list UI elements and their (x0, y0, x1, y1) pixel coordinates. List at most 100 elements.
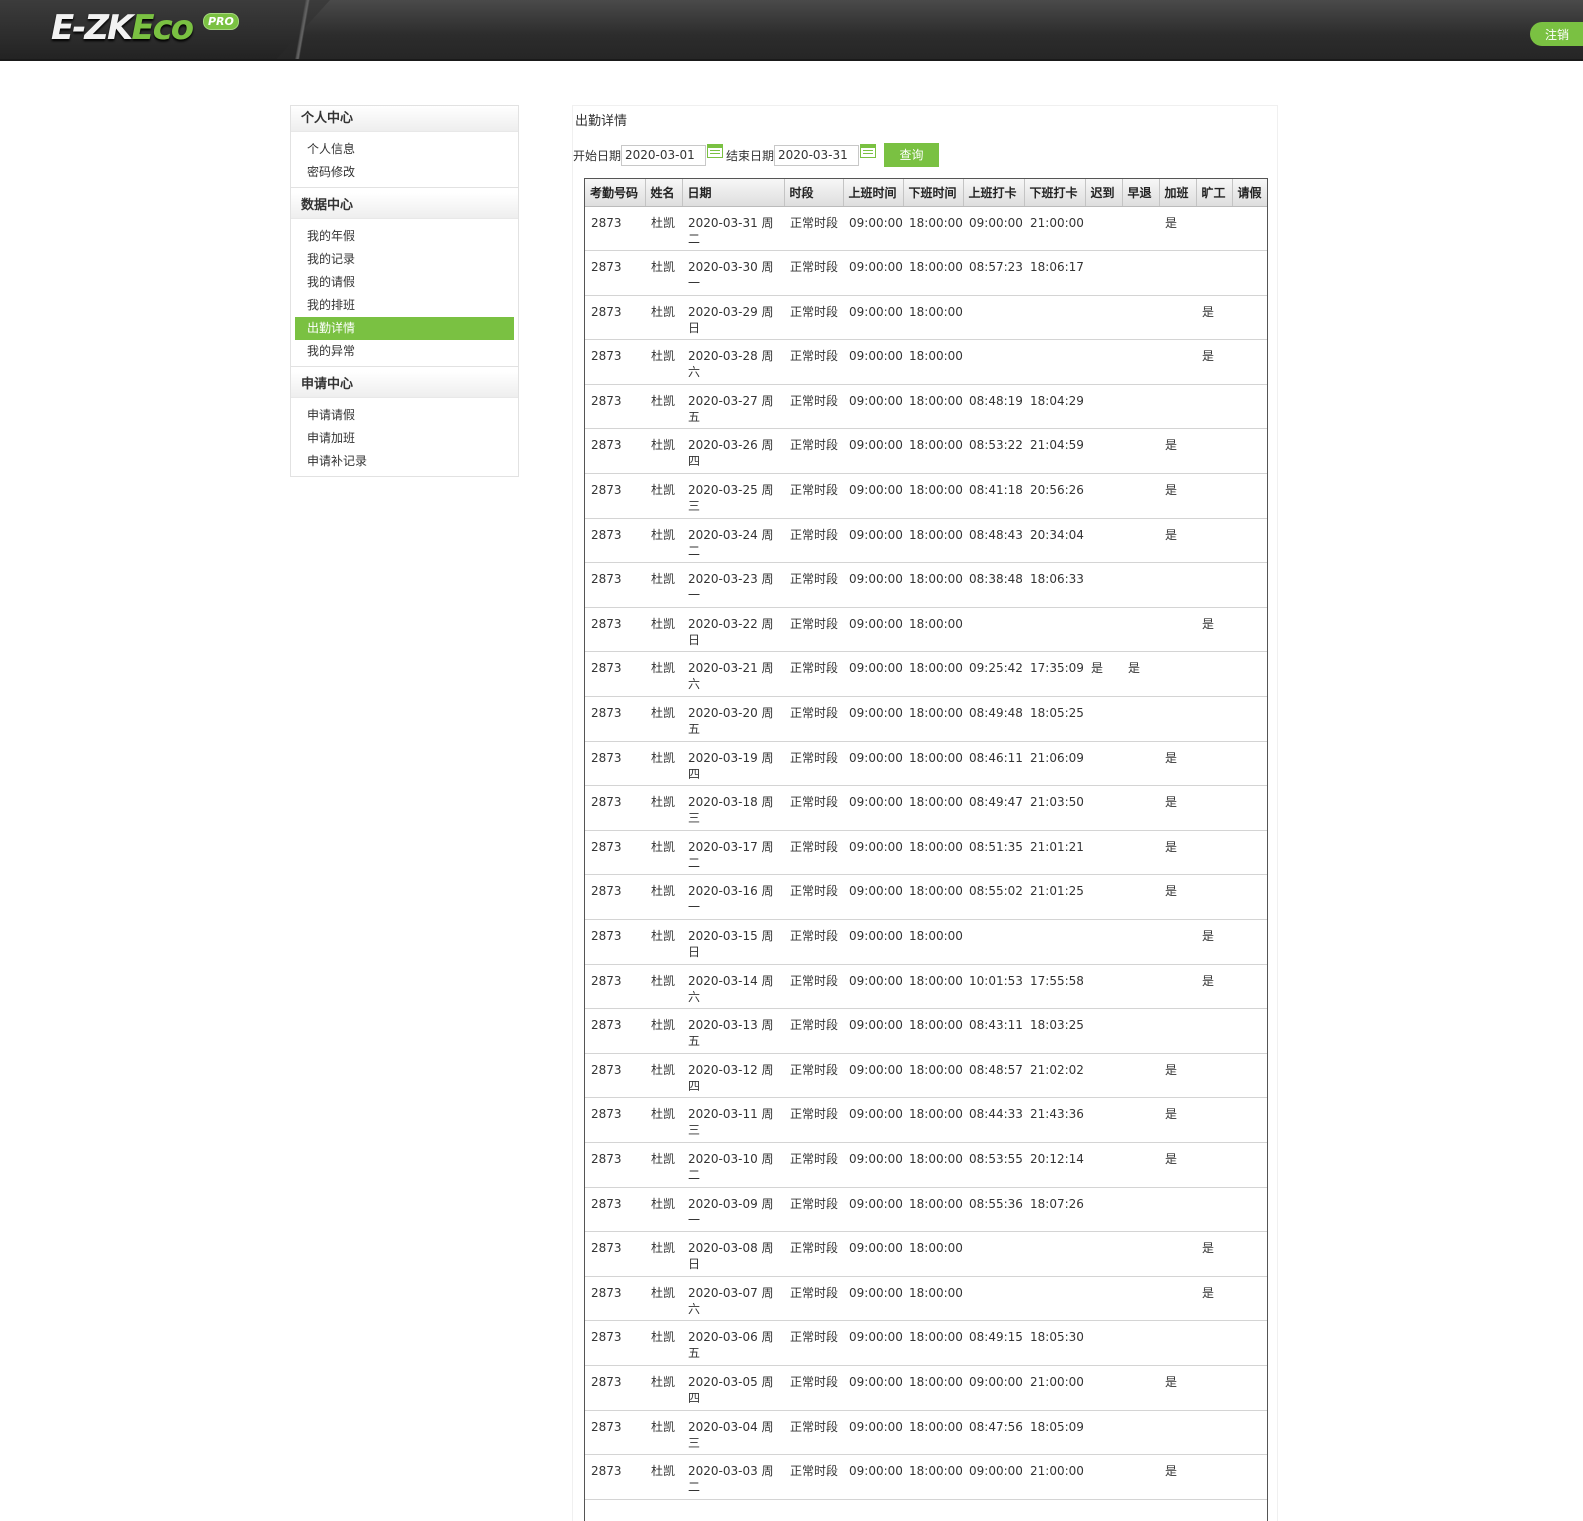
table-cell (963, 1231, 1024, 1277)
table-cell: 09:00:00 (843, 741, 903, 787)
table-row[interactable]: 2873 杜凯 2020-03-23 周一 正常时段 09:00:00 18:00:00 0… (585, 562, 1267, 608)
table-cell: 09:00:00 (843, 1231, 903, 1277)
table-row[interactable]: 2873 杜凯 2020-03-05 周四 正常时段 09:00:00 18:00:00 0… (585, 1365, 1267, 1411)
table-cell: 是 (1159, 473, 1196, 519)
table-cell (1159, 1008, 1196, 1054)
table-row[interactable]: 2873 杜凯 2020-03-22 周日 正常时段 09:00:00 18:00:00 是 (585, 607, 1267, 653)
table-cell: 09:00:00 (843, 1320, 903, 1366)
table-row[interactable]: 2873 杜凯 2020-03-19 周四 正常时段 09:00:00 18:00:00 0… (585, 741, 1267, 787)
sidebar-item[interactable]: 我的记录 (295, 248, 514, 271)
sidebar-item[interactable]: 出勤详情 (295, 317, 514, 340)
column-header[interactable]: 早退 (1122, 179, 1160, 207)
column-header[interactable]: 日期 (682, 179, 785, 207)
table-cell (1085, 1231, 1122, 1277)
table-row[interactable]: 2873 杜凯 2020-03-04 周三 正常时段 09:00:00 18:00:00 0… (585, 1410, 1267, 1456)
sidebar-item[interactable]: 我的请假 (295, 271, 514, 294)
column-header[interactable]: 上班打卡 (963, 179, 1025, 207)
table-cell (1122, 206, 1159, 252)
app-logo[interactable]: E-ZKEco (51, 8, 194, 48)
table-row[interactable]: 2873 杜凯 2020-03-03 周二 正常时段 09:00:00 18:00:00 0… (585, 1454, 1267, 1500)
sidebar-item[interactable]: 我的异常 (295, 340, 514, 363)
table-cell: 2020-03-23 周一 (682, 562, 784, 608)
column-header[interactable]: 旷工 (1196, 179, 1233, 207)
table-row[interactable]: 2873 杜凯 2020-03-29 周日 正常时段 09:00:00 18:00:00 是 (585, 295, 1267, 341)
table-cell: 18:06:17 (1024, 250, 1085, 296)
table-row[interactable]: 2873 杜凯 2020-03-09 周一 正常时段 09:00:00 18:00:00 0… (585, 1187, 1267, 1233)
attendance-table-container[interactable]: 考勤号码 姓名 日期 时段 上班时间 下班时间 上班打卡 下班打卡 迟到 早退 加班 旷工 请假 287… (584, 178, 1268, 1521)
table-cell (1159, 562, 1196, 608)
table-cell: 正常时段 (784, 250, 843, 296)
calendar-icon[interactable] (707, 144, 724, 158)
table-cell: 09:00:00 (843, 785, 903, 831)
table-cell: 2873 (585, 1187, 645, 1233)
table-cell (1232, 206, 1267, 252)
table-cell: 2020-03-07 周六 (682, 1276, 784, 1322)
column-header[interactable]: 下班打卡 (1024, 179, 1086, 207)
column-header[interactable]: 迟到 (1085, 179, 1123, 207)
column-header[interactable]: 上班时间 (843, 179, 904, 207)
column-header[interactable]: 请假 (1232, 179, 1267, 207)
table-cell: 杜凯 (645, 384, 682, 430)
table-row[interactable]: 2873 杜凯 2020-03-10 周二 正常时段 09:00:00 18:00:00 0… (585, 1142, 1267, 1188)
table-row[interactable]: 2873 杜凯 2020-03-27 周五 正常时段 09:00:00 18:00:00 0… (585, 384, 1267, 430)
table-row[interactable]: 2873 杜凯 2020-03-15 周日 正常时段 09:00:00 18:00:00 是 (585, 919, 1267, 965)
table-cell (1159, 1410, 1196, 1456)
table-cell (1196, 1365, 1232, 1411)
sidebar-item[interactable]: 申请请假 (295, 404, 514, 427)
sidebar-item[interactable]: 申请加班 (295, 427, 514, 450)
query-button[interactable]: 查询 (884, 143, 940, 167)
column-header[interactable]: 考勤号码 (585, 179, 646, 207)
table-cell: 2873 (585, 1276, 645, 1322)
table-row[interactable]: 2873 杜凯 2020-03-12 周四 正常时段 09:00:00 18:00:00 0… (585, 1053, 1267, 1099)
table-row[interactable]: 2873 杜凯 2020-03-30 周一 正常时段 09:00:00 18:00:00 0… (585, 250, 1267, 296)
table-cell: 18:05:09 (1024, 1410, 1085, 1456)
table-cell (1085, 1365, 1122, 1411)
table-cell: 2020-03-22 周日 (682, 607, 784, 653)
table-row[interactable]: 2873 杜凯 2020-03-11 周三 正常时段 09:00:00 18:00:00 0… (585, 1097, 1267, 1143)
table-row[interactable]: 2873 杜凯 2020-03-07 周六 正常时段 09:00:00 18:00:00 是 (585, 1276, 1267, 1322)
table-cell: 18:00:00 (903, 384, 963, 430)
table-row[interactable]: 2873 杜凯 2020-03-08 周日 正常时段 09:00:00 18:00:00 是 (585, 1231, 1267, 1277)
logout-button[interactable]: 注销 (1530, 22, 1583, 46)
table-row[interactable]: 2873 杜凯 2020-03-26 周四 正常时段 09:00:00 18:00:00 0… (585, 428, 1267, 475)
table-cell (1196, 696, 1232, 742)
column-header[interactable]: 姓名 (645, 179, 683, 207)
table-cell (1122, 1187, 1159, 1233)
start-date-input[interactable] (621, 144, 707, 166)
table-row[interactable]: 2873 杜凯 2020-03-31 周二 正常时段 09:00:00 18:00:00 0… (585, 206, 1267, 252)
table-cell (963, 295, 1024, 341)
table-cell (1085, 1097, 1122, 1143)
sidebar-item[interactable]: 我的年假 (295, 225, 514, 248)
column-header[interactable]: 下班时间 (903, 179, 964, 207)
sidebar-item[interactable]: 申请补记录 (295, 450, 514, 473)
sidebar-item[interactable]: 个人信息 (295, 138, 514, 161)
table-row[interactable]: 2873 杜凯 2020-03-28 周六 正常时段 09:00:00 18:00:00 是 (585, 339, 1267, 385)
table-row[interactable]: 2873 杜凯 2020-03-13 周五 正常时段 09:00:00 18:00:00 0… (585, 1008, 1267, 1054)
table-cell: 18:04:29 (1024, 384, 1085, 430)
table-cell: 09:00:00 (843, 919, 903, 965)
end-date-input[interactable] (774, 144, 860, 166)
table-cell: 是 (1159, 741, 1196, 787)
table-cell: 18:00:00 (903, 830, 963, 876)
table-row[interactable]: 2873 杜凯 2020-03-20 周五 正常时段 09:00:00 18:00:00 0… (585, 696, 1267, 742)
table-cell: 杜凯 (645, 428, 682, 475)
table-cell (1122, 518, 1159, 564)
table-cell: 18:00:00 (903, 428, 963, 475)
table-cell: 18:00:00 (903, 919, 963, 965)
column-header[interactable]: 加班 (1159, 179, 1197, 207)
table-row[interactable]: 2873 杜凯 2020-03-06 周五 正常时段 09:00:00 18:00:00 0… (585, 1320, 1267, 1366)
table-row[interactable]: 2873 杜凯 2020-03-24 周二 正常时段 09:00:00 18:00:00 0… (585, 518, 1267, 564)
sidebar-item[interactable]: 我的排班 (295, 294, 514, 317)
table-cell (1196, 1053, 1232, 1099)
table-cell: 2020-03-18 周三 (682, 785, 784, 831)
table-row[interactable]: 2873 杜凯 2020-03-17 周二 正常时段 09:00:00 18:00:00 0… (585, 830, 1267, 876)
calendar-icon[interactable] (860, 144, 877, 158)
table-cell: 18:00:00 (903, 562, 963, 608)
table-row[interactable]: 2873 杜凯 2020-03-18 周三 正常时段 09:00:00 18:00:00 0… (585, 785, 1267, 831)
table-row[interactable]: 2873 杜凯 2020-03-25 周三 正常时段 09:00:00 18:00:00 0… (585, 473, 1267, 519)
table-row[interactable]: 2873 杜凯 2020-03-16 周一 正常时段 09:00:00 18:00:00 0… (585, 874, 1267, 920)
table-row[interactable]: 2873 杜凯 2020-03-14 周六 正常时段 09:00:00 18:00:00 1… (585, 964, 1267, 1010)
table-row[interactable]: 2873 杜凯 2020-03-21 周六 正常时段 09:00:00 18:00:00 0… (585, 651, 1267, 698)
column-header[interactable]: 时段 (784, 179, 844, 207)
sidebar-item[interactable]: 密码修改 (295, 161, 514, 184)
